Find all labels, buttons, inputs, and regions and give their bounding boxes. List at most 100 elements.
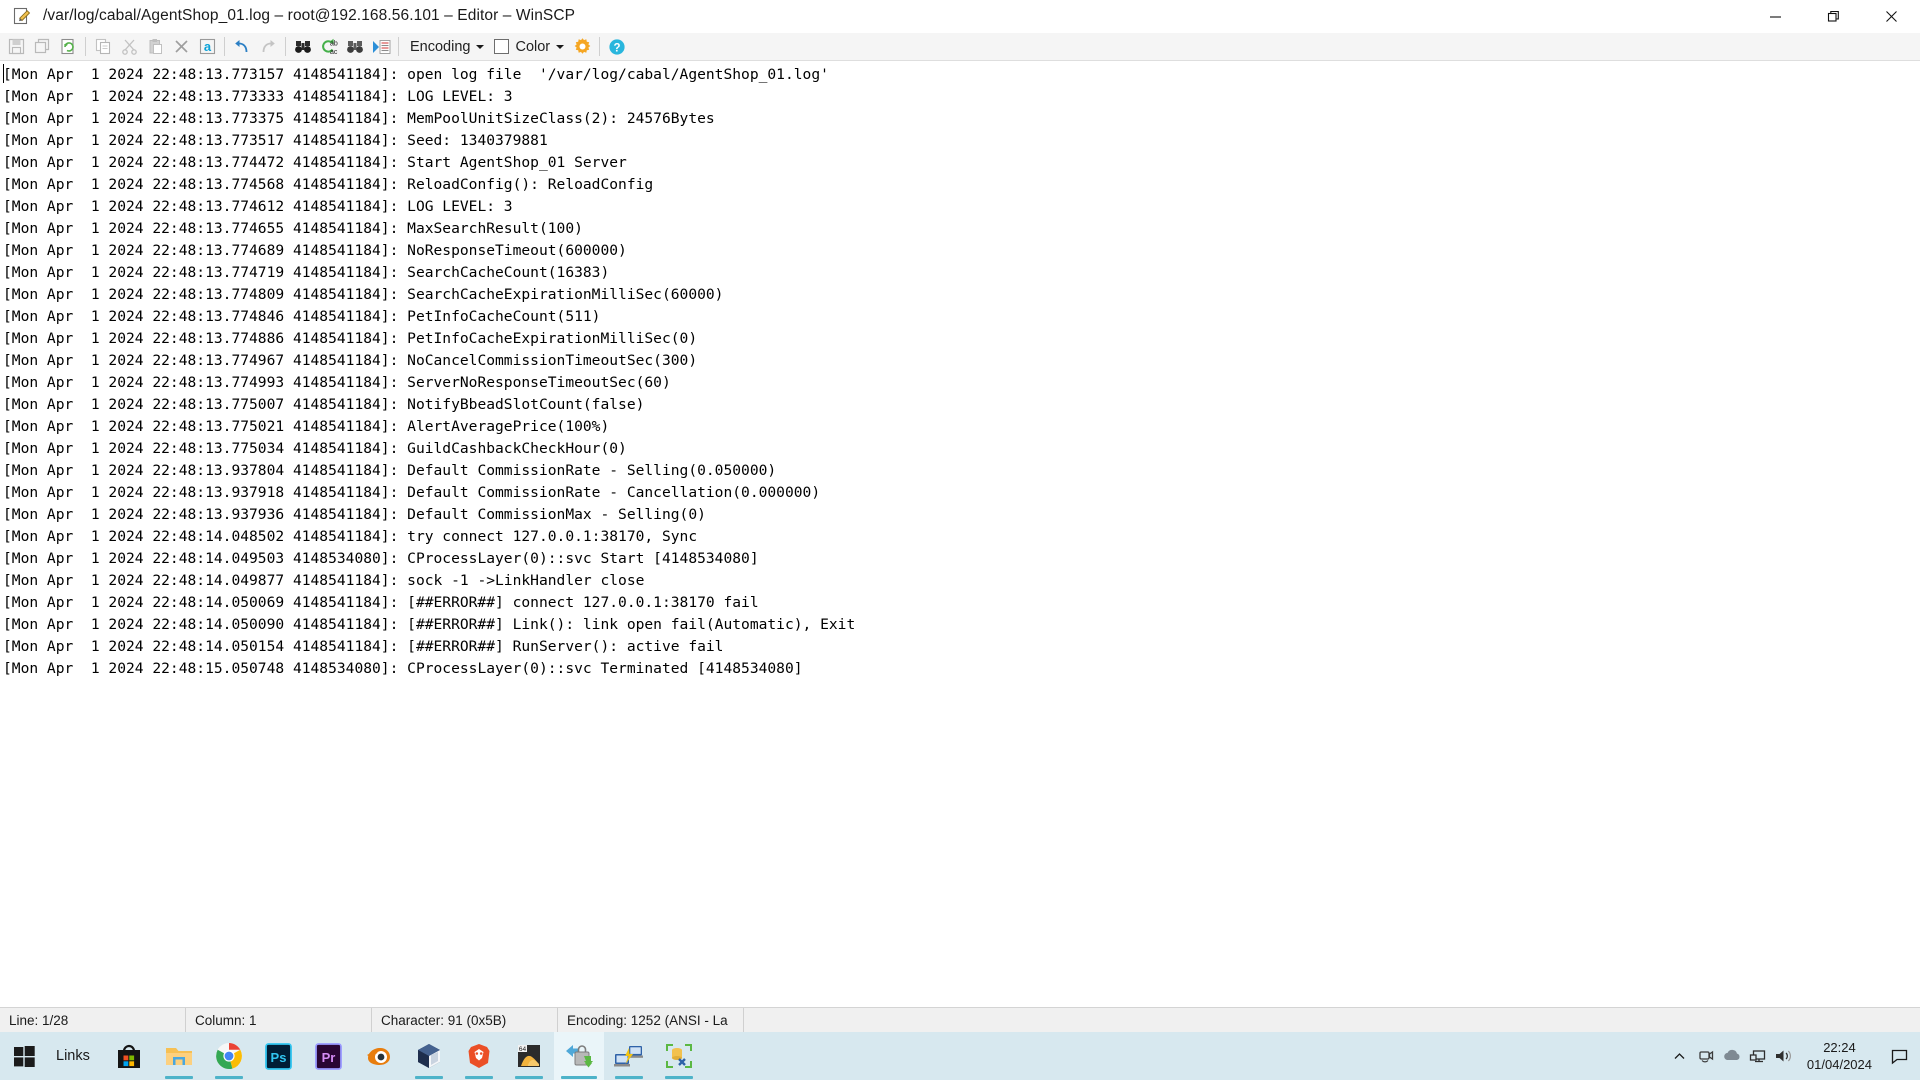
restore-icon[interactable] bbox=[1804, 0, 1862, 33]
reload-button[interactable] bbox=[55, 34, 81, 60]
text-caret bbox=[3, 64, 4, 83]
binoculars-icon[interactable] bbox=[290, 34, 316, 60]
toolbar-separator bbox=[224, 37, 225, 56]
log-line: [Mon Apr 1 2024 22:48:14.050154 41485411… bbox=[3, 638, 724, 655]
gear-icon[interactable] bbox=[569, 34, 595, 60]
toolbar-separator bbox=[398, 37, 399, 56]
title-bar: /var/log/cabal/AgentShop_01.log – root@1… bbox=[0, 0, 1920, 33]
taskbar-item-database-tool[interactable] bbox=[654, 1032, 704, 1080]
clock-date: 01/04/2024 bbox=[1806, 1057, 1872, 1072]
help-circle-icon[interactable]: ? bbox=[604, 34, 630, 60]
taskbar-item-brave-browser[interactable] bbox=[454, 1032, 504, 1080]
taskbar-item-putty[interactable] bbox=[604, 1032, 654, 1080]
taskbar-item-file-explorer[interactable] bbox=[154, 1032, 204, 1080]
window-title: /var/log/cabal/AgentShop_01.log – root@1… bbox=[43, 7, 576, 24]
taskbar-clock[interactable]: 22:24 01/04/2024 bbox=[1797, 1032, 1882, 1080]
log-line: [Mon Apr 1 2024 22:48:13.774886 41485411… bbox=[3, 330, 698, 347]
taskbar-item-microsoft-store[interactable] bbox=[104, 1032, 154, 1080]
taskbar-item-photoshop[interactable]: Ps bbox=[254, 1032, 304, 1080]
log-lines-container: [Mon Apr 1 2024 22:48:13.773157 41485411… bbox=[3, 64, 1920, 680]
status-bar: Line: 1/28 Column: 1 Character: 91 (0x5B… bbox=[0, 1007, 1920, 1032]
encoding-label: Encoding bbox=[410, 38, 471, 55]
log-line: [Mon Apr 1 2024 22:48:14.050090 41485411… bbox=[3, 616, 856, 633]
log-line: [Mon Apr 1 2024 22:48:13.773333 41485411… bbox=[3, 88, 513, 105]
tray-icon-onedrive[interactable] bbox=[1719, 1032, 1745, 1080]
chevron-down-icon bbox=[476, 44, 485, 49]
letter-a-icon[interactable]: a bbox=[194, 34, 220, 60]
svg-text:Pr: Pr bbox=[322, 1050, 336, 1065]
minimize-icon[interactable] bbox=[1746, 0, 1804, 33]
color-dropdown[interactable]: Color bbox=[489, 35, 569, 59]
svg-text:Ps: Ps bbox=[271, 1050, 287, 1065]
status-character: Character: 91 (0x5B) bbox=[372, 1008, 558, 1032]
log-line: [Mon Apr 1 2024 22:48:14.048502 41485411… bbox=[3, 528, 698, 545]
log-line: [Mon Apr 1 2024 22:48:13.774967 41485411… bbox=[3, 352, 698, 369]
save-as-button[interactable] bbox=[29, 34, 55, 60]
log-line: [Mon Apr 1 2024 22:48:13.937804 41485411… bbox=[3, 462, 777, 479]
status-bar-filler bbox=[744, 1008, 1920, 1032]
log-line: [Mon Apr 1 2024 22:48:13.774689 41485411… bbox=[3, 242, 627, 259]
log-line: [Mon Apr 1 2024 22:48:14.049503 41485340… bbox=[3, 550, 759, 567]
tray-icon-volume[interactable] bbox=[1771, 1032, 1797, 1080]
taskbar-item-google-chrome[interactable] bbox=[204, 1032, 254, 1080]
log-line: [Mon Apr 1 2024 22:48:13.775021 41485411… bbox=[3, 418, 610, 435]
log-line: [Mon Apr 1 2024 22:48:15.050748 41485340… bbox=[3, 660, 803, 677]
log-line: [Mon Apr 1 2024 22:48:13.774612 41485411… bbox=[3, 198, 513, 215]
system-tray: 22:24 01/04/2024 bbox=[1667, 1032, 1920, 1080]
taskbar-item-blender[interactable] bbox=[354, 1032, 404, 1080]
tray-icon-network[interactable] bbox=[1745, 1032, 1771, 1080]
taskbar-app-list: Ps Pr 64 bbox=[104, 1032, 704, 1080]
log-line: [Mon Apr 1 2024 22:48:13.774472 41485411… bbox=[3, 154, 627, 171]
svg-text:?: ? bbox=[614, 42, 621, 54]
log-line: [Mon Apr 1 2024 22:48:13.774719 41485411… bbox=[3, 264, 610, 281]
toolbar-separator bbox=[85, 37, 86, 56]
undo-arrow-icon[interactable] bbox=[229, 34, 255, 60]
color-swatch-icon bbox=[494, 39, 510, 54]
clock-time: 22:24 bbox=[1823, 1040, 1856, 1055]
log-line: [Mon Apr 1 2024 22:48:13.774993 41485411… bbox=[3, 374, 671, 391]
editor-document-pencil-icon bbox=[7, 0, 37, 33]
log-line: [Mon Apr 1 2024 22:48:13.775034 41485411… bbox=[3, 440, 627, 457]
window-controls bbox=[1746, 0, 1920, 33]
color-label: Color bbox=[515, 38, 551, 55]
copy-button[interactable] bbox=[90, 34, 116, 60]
goto-line-icon[interactable] bbox=[368, 34, 394, 60]
close-icon[interactable] bbox=[1862, 0, 1920, 33]
action-center-icon[interactable] bbox=[1882, 1032, 1916, 1080]
cross-icon[interactable] bbox=[168, 34, 194, 60]
taskbar-item-virtualbox[interactable] bbox=[404, 1032, 454, 1080]
svg-text:64: 64 bbox=[519, 1046, 527, 1053]
log-line: [Mon Apr 1 2024 22:48:13.773517 41485411… bbox=[3, 132, 548, 149]
windows-start-icon[interactable] bbox=[0, 1032, 48, 1080]
log-line: [Mon Apr 1 2024 22:48:14.049877 41485411… bbox=[3, 572, 645, 589]
clipboard-icon[interactable] bbox=[142, 34, 168, 60]
taskbar-item-image-editor[interactable]: 64 bbox=[504, 1032, 554, 1080]
log-line: [Mon Apr 1 2024 22:48:13.774568 41485411… bbox=[3, 176, 654, 193]
taskbar-links-label[interactable]: Links bbox=[48, 1032, 104, 1080]
chevron-down-icon bbox=[556, 44, 565, 49]
log-line: [Mon Apr 1 2024 22:48:13.773157 41485411… bbox=[3, 66, 829, 83]
redo-arrow-icon[interactable] bbox=[255, 34, 281, 60]
taskbar-item-premiere-pro[interactable]: Pr bbox=[304, 1032, 354, 1080]
toolbar-separator bbox=[599, 37, 601, 56]
log-line: [Mon Apr 1 2024 22:48:13.937936 41485411… bbox=[3, 506, 706, 523]
log-line: [Mon Apr 1 2024 22:48:13.775007 41485411… bbox=[3, 396, 645, 413]
status-line: Line: 1/28 bbox=[0, 1008, 186, 1032]
encoding-dropdown[interactable]: Encoding bbox=[403, 35, 489, 59]
toolbar-separator bbox=[285, 37, 286, 56]
scissors-icon[interactable] bbox=[116, 34, 142, 60]
svg-text:ab: ab bbox=[330, 40, 338, 47]
chevron-up-icon[interactable] bbox=[1667, 1032, 1693, 1080]
binoculars-next-icon[interactable] bbox=[342, 34, 368, 60]
taskbar-item-winscp[interactable] bbox=[553, 1032, 604, 1080]
log-line: [Mon Apr 1 2024 22:48:13.773375 41485411… bbox=[3, 110, 715, 127]
log-text-area[interactable]: [Mon Apr 1 2024 22:48:13.773157 41485411… bbox=[0, 61, 1920, 1007]
svg-text:a: a bbox=[203, 39, 211, 54]
save-button[interactable] bbox=[3, 34, 29, 60]
log-line: [Mon Apr 1 2024 22:48:13.774809 41485411… bbox=[3, 286, 724, 303]
status-column: Column: 1 bbox=[186, 1008, 372, 1032]
tray-icon-camera[interactable] bbox=[1693, 1032, 1719, 1080]
log-line: [Mon Apr 1 2024 22:48:13.774655 41485411… bbox=[3, 220, 583, 237]
replace-abac-icon[interactable]: ab ac bbox=[316, 34, 342, 60]
svg-text:ac: ac bbox=[330, 49, 338, 56]
